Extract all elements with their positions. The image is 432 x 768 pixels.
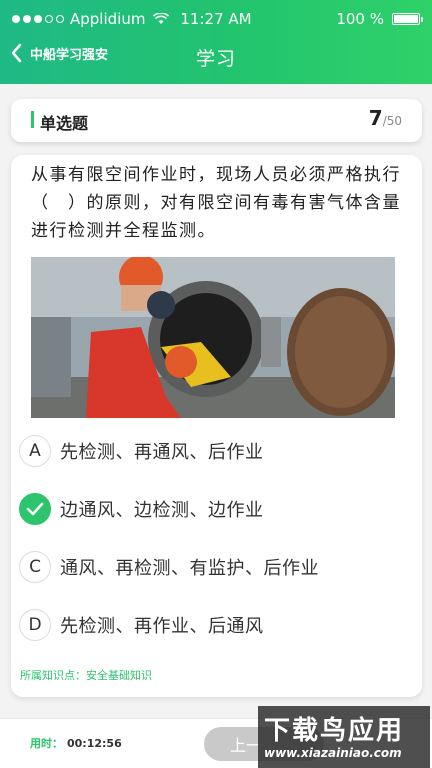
battery-percent: 100 % xyxy=(336,10,384,28)
progress-total: /50 xyxy=(382,114,402,128)
progress-current: 7 xyxy=(368,106,383,130)
option-b-text: 边通风、边检测、边作业 xyxy=(60,500,264,521)
timer-label: 用时： xyxy=(30,737,63,750)
battery-info: 100 % xyxy=(336,10,423,28)
option-c-text: 通风、再检测、有监护、后作业 xyxy=(60,558,319,579)
question-text: 从事有限空间作业时，现场人员必须严格执行（ ）的原则，对有限空间有毒有害气体含量… xyxy=(31,165,401,241)
option-a-letter: A xyxy=(19,435,51,467)
question-type-label: 单选题 xyxy=(40,114,89,133)
option-c[interactable]: C 通风、再检测、有监护、后作业 xyxy=(19,547,414,587)
knowledge-point: 所属知识点：安全基础知识 xyxy=(20,667,152,683)
app-header: Applidium 11:27 AM 100 % 中船学习强安 学习 xyxy=(0,0,432,84)
page-title: 学习 xyxy=(195,48,236,70)
type-accent-bar xyxy=(31,111,34,128)
battery-icon xyxy=(392,13,423,25)
question-card: 从事有限空间作业时，现场人员必须严格执行（ ）的原则，对有限空间有毒有害气体含量… xyxy=(11,155,422,697)
knowledge-value: 安全基础知识 xyxy=(86,669,152,682)
correct-check-icon xyxy=(19,493,51,525)
question-type-card: 单选题 7/50 xyxy=(11,99,422,142)
nav-bar: 中船学习强安 学习 xyxy=(0,38,432,84)
option-d[interactable]: D 先检测、再作业、后通风 xyxy=(19,605,414,645)
knowledge-label: 所属知识点： xyxy=(20,669,86,682)
watermark-url: www.xiazainiao.com xyxy=(264,746,402,760)
option-c-letter: C xyxy=(19,551,51,583)
watermark: 下载鸟应用 www.xiazainiao.com xyxy=(258,706,430,768)
option-a[interactable]: A 先检测、再通风、后作业 xyxy=(19,431,414,471)
option-a-text: 先检测、再通风、后作业 xyxy=(60,442,264,463)
question-image xyxy=(31,257,395,418)
elapsed-timer: 用时： 00:12:56 xyxy=(30,735,122,751)
watermark-title: 下载鸟应用 xyxy=(264,716,405,746)
question-progress: 7/50 xyxy=(369,106,402,130)
timer-value: 00:12:56 xyxy=(67,737,122,750)
option-d-letter: D xyxy=(19,609,51,641)
option-d-text: 先检测、再作业、后通风 xyxy=(60,616,264,637)
option-b[interactable]: 边通风、边检测、边作业 xyxy=(19,489,414,529)
status-bar: Applidium 11:27 AM 100 % xyxy=(0,0,432,38)
